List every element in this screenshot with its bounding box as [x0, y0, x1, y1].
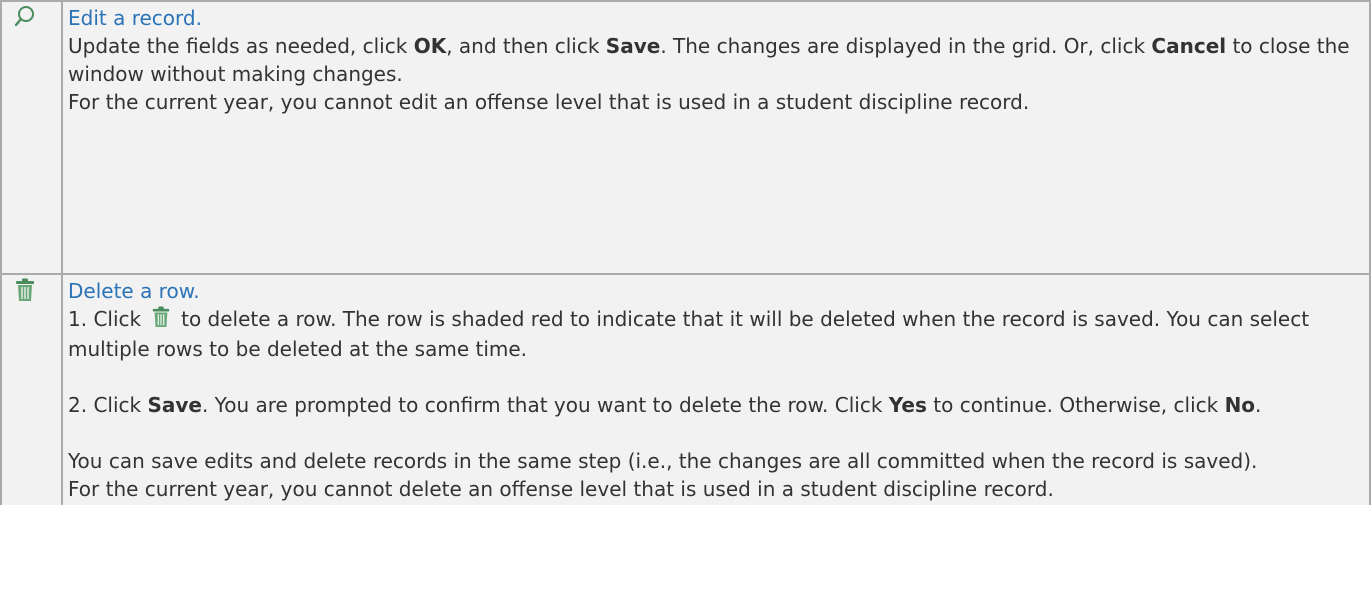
save-label: Save — [605, 34, 661, 58]
delete-restriction-note: For the current year, you cannot delete … — [68, 477, 1054, 501]
delete-step-2: 2. Click Save. You are prompted to confi… — [68, 393, 1262, 417]
delete-step-1: 1. Click to delete a row. The row is shad… — [68, 306, 1310, 361]
help-table: Edit a record. Update the fields as need… — [0, 0, 1371, 505]
yes-label: Yes — [888, 393, 927, 417]
edit-text-cell: Edit a record. Update the fields as need… — [61, 0, 1371, 275]
delete-icon-cell — [0, 273, 63, 505]
cancel-label: Cancel — [1151, 34, 1227, 58]
inline-trash-icon — [151, 306, 171, 335]
no-label: No — [1224, 393, 1256, 417]
trash-icon — [14, 278, 61, 302]
save-label: Save — [147, 393, 202, 417]
delete-text-cell: Delete a row. 1. Click to delete a row. T… — [61, 273, 1371, 505]
delete-note-combined: You can save edits and delete records in… — [68, 449, 1258, 473]
magnifier-icon — [14, 5, 61, 27]
edit-row: Edit a record. Update the fields as need… — [0, 0, 1371, 275]
delete-row-link[interactable]: Delete a row. — [68, 279, 200, 303]
edit-instructions: Update the fields as needed, click OK, a… — [68, 34, 1350, 86]
ok-label: OK — [413, 34, 447, 58]
edit-record-link[interactable]: Edit a record. — [68, 6, 202, 30]
delete-row: Delete a row. 1. Click to delete a row. T… — [0, 273, 1371, 505]
edit-restriction-note: For the current year, you cannot edit an… — [68, 90, 1030, 114]
edit-icon-cell — [0, 0, 63, 275]
